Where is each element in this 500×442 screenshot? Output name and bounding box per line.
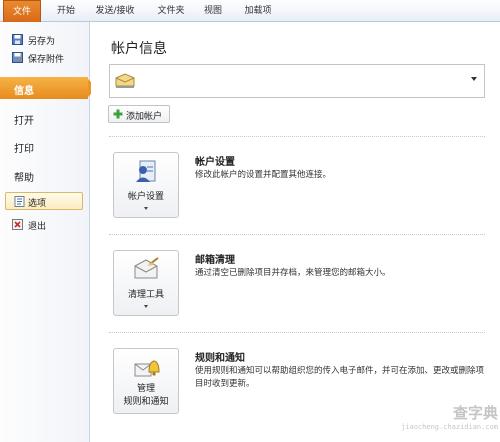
section-title-account-settings: 帐户设置 xyxy=(195,157,235,168)
tab-view[interactable]: 视图 xyxy=(200,0,226,22)
divider xyxy=(109,136,485,137)
account-selector[interactable] xyxy=(109,64,485,98)
menu-save-attachments[interactable]: 保存附件 xyxy=(0,50,90,66)
menu-save-as-label: 另存为 xyxy=(28,37,56,47)
account-settings-icon xyxy=(136,160,156,182)
section-title-rules-alerts: 规则和通知 xyxy=(195,353,245,364)
chevron-down-icon xyxy=(144,305,148,308)
cleanup-tools-button[interactable]: 清理工具 xyxy=(113,250,179,316)
tab-file[interactable]: 文件 xyxy=(3,0,41,22)
watermark-text: 查字典 xyxy=(452,404,498,422)
cleanup-tools-icon xyxy=(134,257,159,279)
exit-icon xyxy=(12,219,23,230)
menu-help-label: 帮助 xyxy=(14,173,34,184)
menu-save-attachments-label: 保存附件 xyxy=(28,55,65,65)
chevron-down-icon[interactable] xyxy=(471,77,477,81)
ribbon-tab-bar: 文件 开始 发送/接收 文件夹 视图 加载项 xyxy=(0,0,500,22)
cleanup-tools-button-label: 清理工具 xyxy=(127,290,164,300)
rules-alerts-icon xyxy=(134,360,160,377)
menu-info[interactable]: 信息 xyxy=(0,77,97,99)
backstage-menu: 另存为 保存附件 信息 打开 打印 帮助 选项 退出 xyxy=(0,22,97,442)
watermark: 查字典 jiaocheng.chazidian.com xyxy=(358,402,498,440)
tab-home[interactable]: 开始 xyxy=(52,0,80,22)
section-desc-rules-alerts: 使用规则和通知可以帮助组织您的传入电子邮件，并可在添加、更改或删除项目时收到更新… xyxy=(195,366,485,389)
chevron-down-icon xyxy=(144,207,148,210)
tab-folder[interactable]: 文件夹 xyxy=(152,0,190,22)
manage-rules-button-label-line1: 管理 xyxy=(136,384,155,394)
menu-exit-label: 退出 xyxy=(28,222,47,232)
tab-add-ins[interactable]: 加载项 xyxy=(238,0,278,22)
menu-exit[interactable]: 退出 xyxy=(0,217,90,233)
menu-open-label: 打开 xyxy=(14,116,34,127)
watermark-url: jiaocheng.chazidian.com xyxy=(401,423,498,431)
menu-open[interactable]: 打开 xyxy=(0,110,90,128)
menu-options[interactable]: 选项 xyxy=(5,192,83,210)
menu-print[interactable]: 打印 xyxy=(0,138,90,156)
account-settings-button-label: 帐户设置 xyxy=(127,192,164,202)
save-as-icon xyxy=(12,34,23,45)
add-account-label: 添加帐户 xyxy=(126,112,163,122)
section-title-mailbox-cleanup: 邮箱清理 xyxy=(195,255,235,266)
section-desc-mailbox-cleanup: 通过清空已删除项目并存档，来管理您的邮箱大小。 xyxy=(195,268,391,278)
page-title: 帐户信息 xyxy=(111,41,167,57)
menu-save-as[interactable]: 另存为 xyxy=(0,32,90,48)
plus-icon xyxy=(113,109,123,119)
section-desc-account-settings: 修改此帐户的设置并配置其他连接。 xyxy=(195,170,332,180)
manage-rules-button-label-line2: 规则和通知 xyxy=(123,397,169,407)
divider xyxy=(109,234,485,235)
menu-options-label: 选项 xyxy=(28,199,47,209)
account-info-panel: 帐户信息 添加帐户 帐户设置 帐户设置 修改此帐户的设置并配置其他连接。 清理工… xyxy=(91,22,500,442)
account-settings-button[interactable]: 帐户设置 xyxy=(113,152,179,218)
menu-print-label: 打印 xyxy=(14,144,34,155)
options-icon xyxy=(14,196,25,207)
menu-info-label: 信息 xyxy=(14,86,34,97)
add-account-button[interactable]: 添加帐户 xyxy=(108,105,170,123)
manage-rules-button[interactable]: 管理 规则和通知 xyxy=(113,348,179,414)
tab-send-receive[interactable]: 发送/接收 xyxy=(90,0,140,22)
save-attachments-icon xyxy=(12,52,23,63)
menu-help[interactable]: 帮助 xyxy=(0,167,90,185)
mailbox-icon xyxy=(115,73,135,88)
divider xyxy=(109,332,485,333)
